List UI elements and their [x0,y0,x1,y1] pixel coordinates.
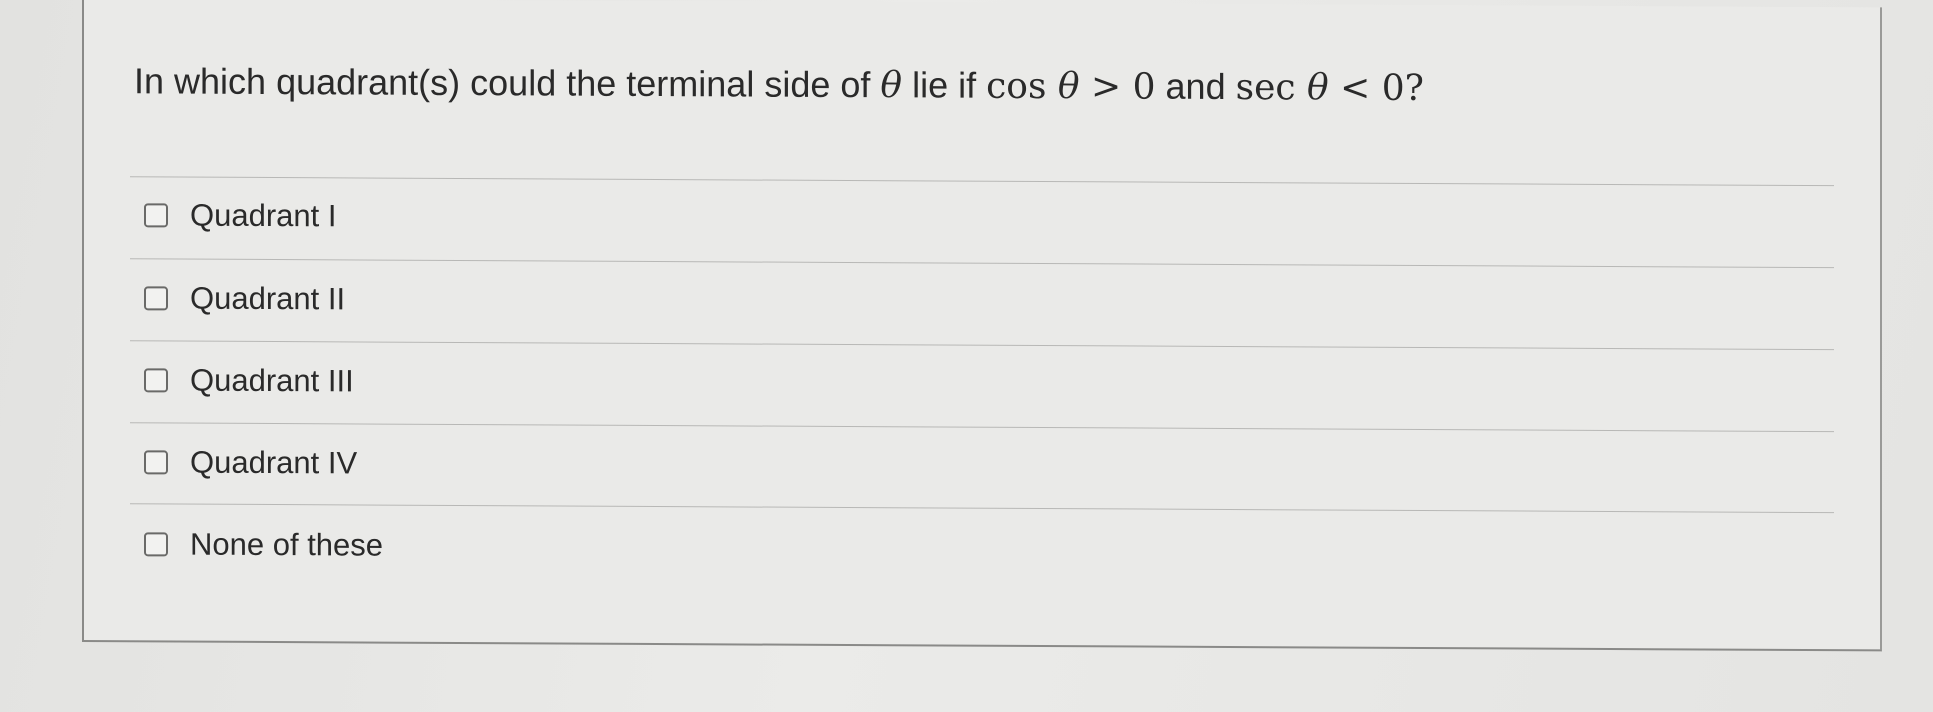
option-label: Quadrant III [190,362,354,399]
divider [130,503,1834,514]
divider [130,422,1834,433]
theta-symbol: θ [880,65,903,107]
divider [130,340,1834,351]
divider [130,258,1834,269]
option-quadrant-2[interactable]: Quadrant II [144,278,345,319]
checkbox[interactable] [144,203,168,228]
cos-condition: cos θ > 0 [986,65,1156,108]
question-prefix: In which quadrant(s) could the terminal … [134,60,881,106]
option-quadrant-3[interactable]: Quadrant III [144,360,354,401]
divider [130,176,1834,187]
checkbox[interactable] [144,532,168,557]
option-quadrant-1[interactable]: Quadrant I [144,195,336,236]
question-and: and [1155,65,1236,108]
question-card: In which quadrant(s) could the terminal … [82,0,1882,652]
option-label: Quadrant I [190,197,337,234]
question-middle: lie if [902,64,987,106]
option-none-of-these[interactable]: None of these [144,524,383,565]
option-label: None of these [190,526,384,563]
checkbox[interactable] [144,450,168,475]
checkbox[interactable] [144,286,168,311]
option-label: Quadrant II [190,280,346,317]
sec-condition: sec θ < 0? [1235,67,1424,110]
option-quadrant-4[interactable]: Quadrant IV [144,442,357,483]
option-label: Quadrant IV [190,444,358,481]
checkbox[interactable] [144,368,168,393]
question-text: In which quadrant(s) could the terminal … [134,60,1424,109]
